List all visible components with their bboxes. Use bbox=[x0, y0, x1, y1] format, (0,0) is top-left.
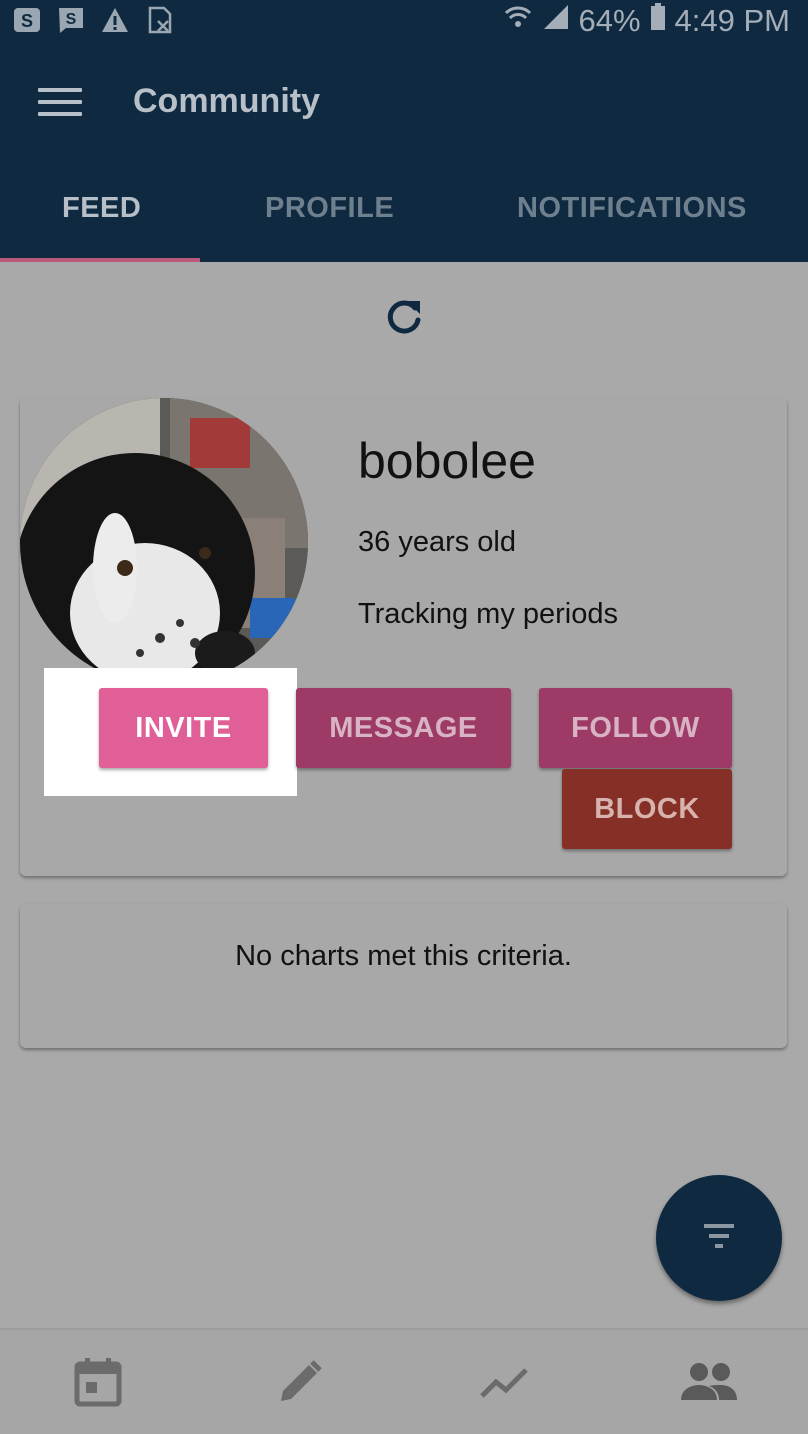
hamburger-menu-icon[interactable] bbox=[38, 88, 82, 118]
pencil-icon[interactable] bbox=[268, 1350, 332, 1414]
s-message-icon: S bbox=[56, 5, 86, 35]
clock-time: 4:49 PM bbox=[674, 3, 790, 38]
wifi-icon bbox=[503, 2, 533, 40]
empty-state-text: No charts met this criteria. bbox=[235, 940, 572, 972]
profile-bio: Tracking my periods bbox=[358, 598, 619, 630]
refresh-icon[interactable] bbox=[383, 296, 425, 338]
page-title: Community bbox=[133, 82, 320, 120]
bottom-navigation bbox=[0, 1328, 808, 1434]
tab-notifications[interactable]: NOTIFICATIONS bbox=[517, 192, 747, 225]
app-bar: Community bbox=[0, 42, 808, 162]
invite-button[interactable]: INVITE bbox=[99, 688, 268, 768]
tab-profile[interactable]: PROFILE bbox=[265, 192, 394, 225]
status-bar: S S 64% 4:49 PM bbox=[0, 0, 808, 42]
filter-fab-button[interactable] bbox=[656, 1175, 782, 1301]
profile-age: 36 years old bbox=[358, 526, 516, 558]
tab-feed[interactable]: FEED bbox=[62, 192, 141, 225]
block-button[interactable]: BLOCK bbox=[562, 769, 732, 849]
trend-chart-icon[interactable] bbox=[472, 1350, 536, 1414]
warning-icon bbox=[100, 5, 130, 35]
tab-bar: FEED PROFILE NOTIFICATIONS bbox=[0, 162, 808, 262]
s-badge-icon: S bbox=[12, 5, 42, 35]
profile-username: bobolee bbox=[358, 433, 536, 489]
charts-card bbox=[20, 904, 787, 1048]
battery-icon bbox=[649, 2, 667, 40]
active-tab-indicator bbox=[0, 258, 200, 262]
signal-icon bbox=[541, 2, 571, 40]
no-sim-icon bbox=[144, 5, 174, 35]
calendar-icon[interactable] bbox=[66, 1350, 130, 1414]
follow-button[interactable]: FOLLOW bbox=[539, 688, 732, 768]
message-button[interactable]: MESSAGE bbox=[296, 688, 511, 768]
dog-avatar-photo bbox=[20, 398, 308, 686]
community-people-icon[interactable] bbox=[677, 1350, 741, 1414]
svg-text:S: S bbox=[21, 11, 33, 31]
svg-text:S: S bbox=[66, 11, 77, 28]
battery-percentage: 64% bbox=[578, 3, 641, 38]
